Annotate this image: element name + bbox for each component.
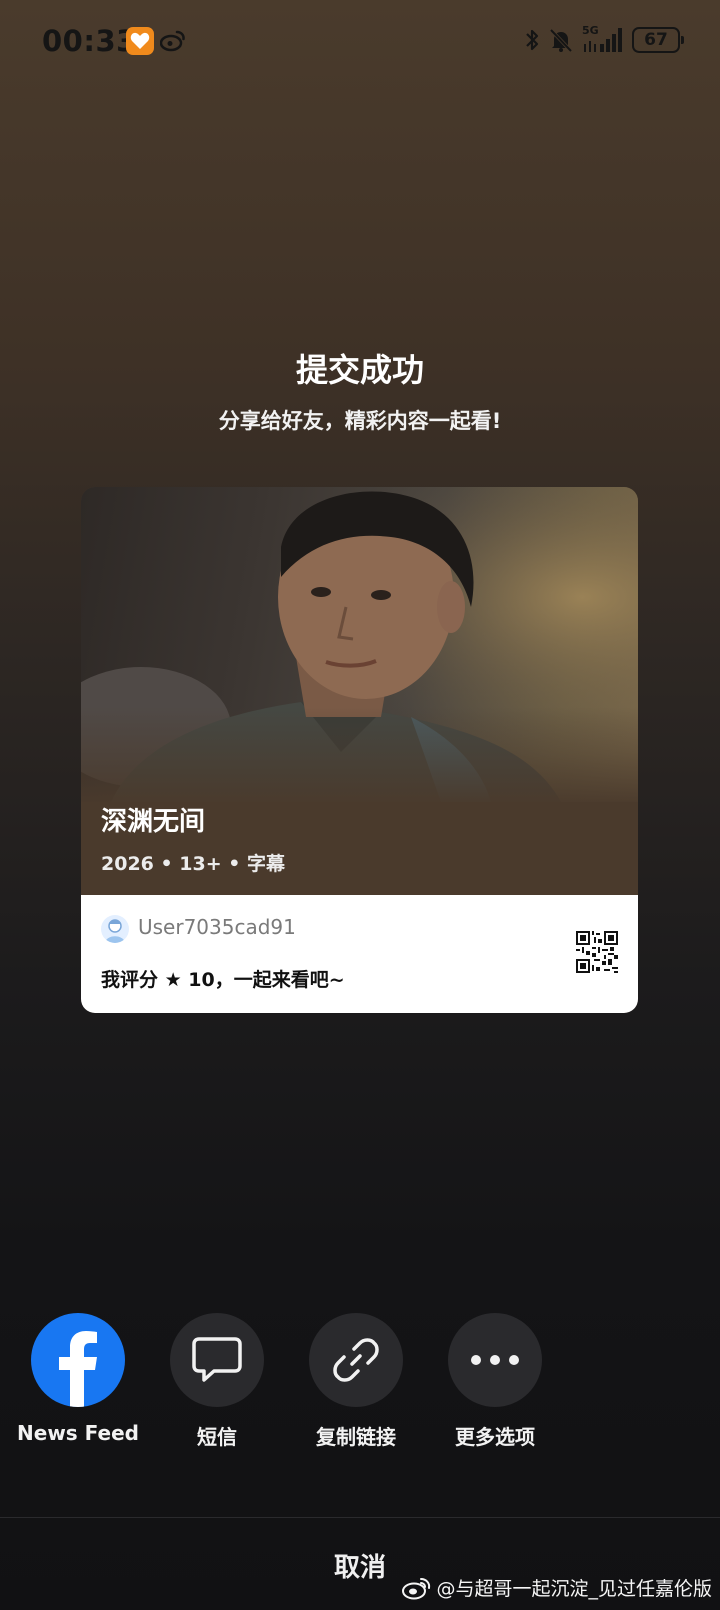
page-subtitle: 分享给好友，精彩内容一起看! [218, 409, 502, 433]
watermark-text: @与超哥一起沉淀_见过任嘉伦版 [436, 1578, 712, 1600]
movie-meta: 2026 • 13+ • 字幕 [101, 853, 285, 875]
avatar [101, 915, 129, 943]
card-footer: User7035cad91 我评分 ★ 10，一起来看吧~ [81, 895, 638, 1013]
divider [0, 1517, 720, 1518]
weibo-icon [402, 1577, 431, 1599]
more-dots-icon[interactable] [448, 1313, 542, 1407]
movie-title: 深渊无间 [101, 807, 206, 837]
share-label: 更多选项 [455, 1425, 535, 1449]
app-heart-icon [126, 27, 154, 55]
poster-fade [81, 707, 638, 807]
rating-text: 我评分 ★ 10，一起来看吧~ [101, 969, 345, 991]
share-options: News Feed 短信 复制链接 更多选项 [0, 1313, 720, 1463]
more-options-button[interactable]: 更多选项 [425, 1313, 565, 1450]
share-label: 短信 [197, 1425, 237, 1449]
mute-bell-icon [549, 28, 573, 53]
bluetooth-icon [526, 29, 539, 51]
share-sms-button[interactable]: 短信 [147, 1313, 287, 1450]
battery-icon: 67 [632, 27, 684, 53]
share-label: 复制链接 [316, 1425, 396, 1449]
username: User7035cad91 [138, 915, 296, 939]
facebook-icon[interactable] [31, 1313, 125, 1407]
status-time: 00:33 [42, 24, 137, 58]
link-icon[interactable] [309, 1313, 403, 1407]
share-news-feed-button[interactable]: News Feed [8, 1313, 148, 1445]
copy-link-button[interactable]: 复制链接 [286, 1313, 426, 1450]
weibo-icon [159, 28, 186, 56]
battery-level: 67 [644, 30, 668, 50]
signal-icon: 5G [582, 25, 624, 54]
watermark: @与超哥一起沉淀_见过任嘉伦版 [402, 1574, 712, 1601]
message-bubble-icon[interactable] [170, 1313, 264, 1407]
share-label: News Feed [17, 1421, 139, 1445]
page-title: 提交成功 [295, 351, 424, 389]
qr-code-icon [576, 931, 618, 973]
status-bar: 00:33 5G 67 [0, 0, 720, 84]
share-card: 深渊无间 2026 • 13+ • 字幕 User7035cad91 我评分 ★… [81, 487, 638, 1013]
